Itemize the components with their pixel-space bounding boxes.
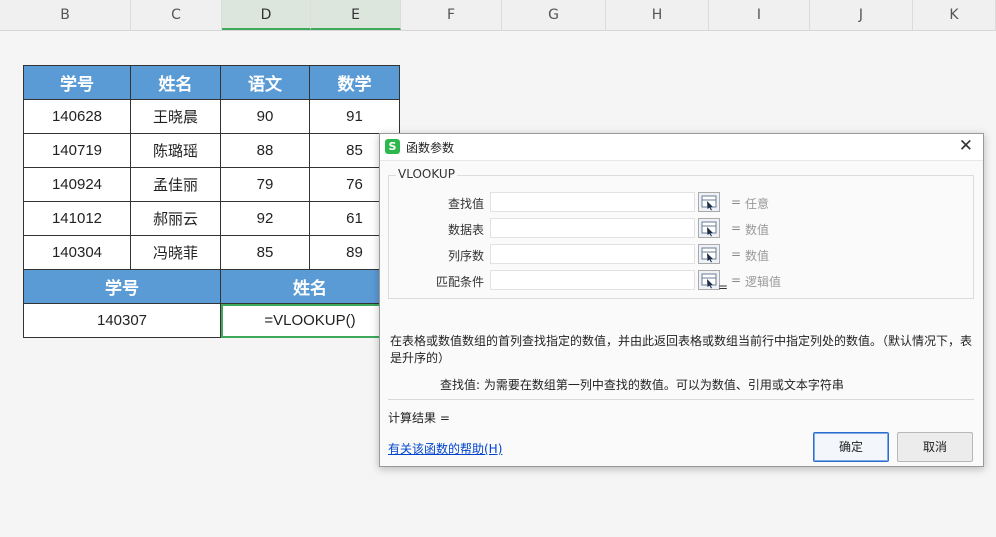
app-logo-icon: S (385, 139, 400, 154)
range-select-icon[interactable] (698, 244, 720, 264)
table-row: 140719 陈璐瑶 88 85 (23, 133, 400, 168)
col-index-input[interactable] (490, 244, 695, 264)
range-lookup-input[interactable] (490, 270, 695, 290)
arg-row-col-index: 列序数 = 数值 (389, 244, 969, 266)
arg-row-table-array: 数据表 = 数值 (389, 218, 969, 240)
column-header-h[interactable]: H (606, 0, 709, 30)
column-header-b[interactable]: B (0, 0, 131, 30)
cell[interactable]: 92 (220, 201, 310, 236)
arg-row-range-lookup: 匹配条件 = 逻辑值 (389, 270, 969, 292)
arguments-group: 查找值 = 任意 数据表 = 数值 列序数 = 数值 匹配条件 = 逻辑值 (388, 175, 974, 299)
spreadsheet-table: 学号 姓名 语文 数学 140628 王晓晨 90 91 140719 陈璐瑶 … (23, 65, 400, 338)
cell[interactable]: 141012 (23, 201, 131, 236)
arg-type-hint: 数值 (745, 223, 770, 237)
cell[interactable]: 85 (220, 235, 310, 270)
table-row: 141012 郝丽云 92 61 (23, 201, 400, 236)
header-cell[interactable]: 数学 (309, 65, 400, 100)
cell[interactable]: 90 (220, 99, 310, 134)
cancel-button[interactable]: 取消 (897, 432, 973, 462)
column-header-k[interactable]: K (913, 0, 996, 30)
range-select-icon[interactable] (698, 192, 720, 212)
lookup-value-input[interactable] (490, 192, 695, 212)
column-header-i[interactable]: I (709, 0, 810, 30)
formula-cell[interactable]: =VLOOKUP() (220, 303, 400, 338)
column-header-c[interactable]: C (131, 0, 222, 30)
arg-label: 查找值 (447, 197, 484, 211)
equals-sign: = (731, 273, 742, 287)
function-description: 在表格或数值数组的首列查找指定的数值，并由此返回表格或数组当前行中指定列处的数值… (390, 334, 973, 365)
cell[interactable]: 88 (220, 133, 310, 168)
cell[interactable]: 陈璐瑶 (130, 133, 221, 168)
dialog-title: 函数参数 (406, 141, 455, 155)
lookup-row: 140307 =VLOOKUP() (23, 303, 400, 338)
cell[interactable]: 王晓晨 (130, 99, 221, 134)
close-icon[interactable]: ✕ (959, 136, 973, 156)
calculation-result: 计算结果 = (388, 411, 450, 425)
arg-type-hint: 数值 (745, 249, 770, 263)
function-name-label: VLOOKUP (396, 167, 457, 181)
ok-button[interactable]: 确定 (813, 432, 889, 462)
lookup-header-cell[interactable]: 姓名 (220, 269, 400, 304)
column-header-f[interactable]: F (401, 0, 502, 30)
header-cell[interactable]: 学号 (23, 65, 131, 100)
header-cell[interactable]: 姓名 (130, 65, 221, 100)
arg-label: 匹配条件 (435, 275, 484, 289)
arg-label: 数据表 (447, 223, 484, 237)
cell[interactable]: 孟佳丽 (130, 167, 221, 202)
cell[interactable]: 140719 (23, 133, 131, 168)
cell[interactable]: 91 (309, 99, 400, 134)
table-row: 140628 王晓晨 90 91 (23, 99, 400, 134)
cell[interactable]: 79 (220, 167, 310, 202)
equals-sign: = (731, 221, 742, 235)
dialog-titlebar: S 函数参数 ✕ (380, 134, 983, 161)
range-select-icon[interactable] (698, 218, 720, 238)
function-help-link[interactable]: 有关该函数的帮助(H) (388, 440, 502, 457)
header-cell[interactable]: 语文 (220, 65, 310, 100)
arg-type-hint: 逻辑值 (745, 275, 782, 289)
formula-result-preview: = (718, 280, 729, 294)
cell[interactable]: 140924 (23, 167, 131, 202)
cell[interactable]: 140628 (23, 99, 131, 134)
equals-sign: = (731, 247, 742, 261)
column-header-e[interactable]: E (311, 0, 401, 30)
cell[interactable]: 140304 (23, 235, 131, 270)
range-select-icon[interactable] (698, 270, 720, 290)
table-array-input[interactable] (490, 218, 695, 238)
lookup-header-cell[interactable]: 学号 (23, 269, 221, 304)
table-row: 140924 孟佳丽 79 76 (23, 167, 400, 202)
lookup-header-row: 学号 姓名 (23, 269, 400, 304)
table-row: 140304 冯晓菲 85 89 (23, 235, 400, 270)
lookup-id-cell[interactable]: 140307 (23, 303, 221, 338)
arg-row-lookup-value: 查找值 = 任意 (389, 192, 969, 214)
column-header-j[interactable]: J (810, 0, 913, 30)
divider (388, 399, 974, 400)
column-header-g[interactable]: G (502, 0, 606, 30)
cell[interactable]: 冯晓菲 (130, 235, 221, 270)
column-header-bar: B C D E F G H I J K (0, 0, 996, 31)
arg-type-hint: 任意 (745, 197, 770, 211)
column-header-d[interactable]: D (222, 0, 311, 30)
arg-label: 列序数 (447, 249, 484, 263)
parameter-description: 查找值: 为需要在数组第一列中查找的数值。可以为数值、引用或文本字符串 (440, 378, 844, 392)
cell[interactable]: 郝丽云 (130, 201, 221, 236)
equals-sign: = (731, 195, 742, 209)
function-arguments-dialog: S 函数参数 ✕ 查找值 = 任意 数据表 = 数值 列序数 = 数值 匹配条件… (379, 133, 984, 467)
table-header-row: 学号 姓名 语文 数学 (23, 65, 400, 100)
